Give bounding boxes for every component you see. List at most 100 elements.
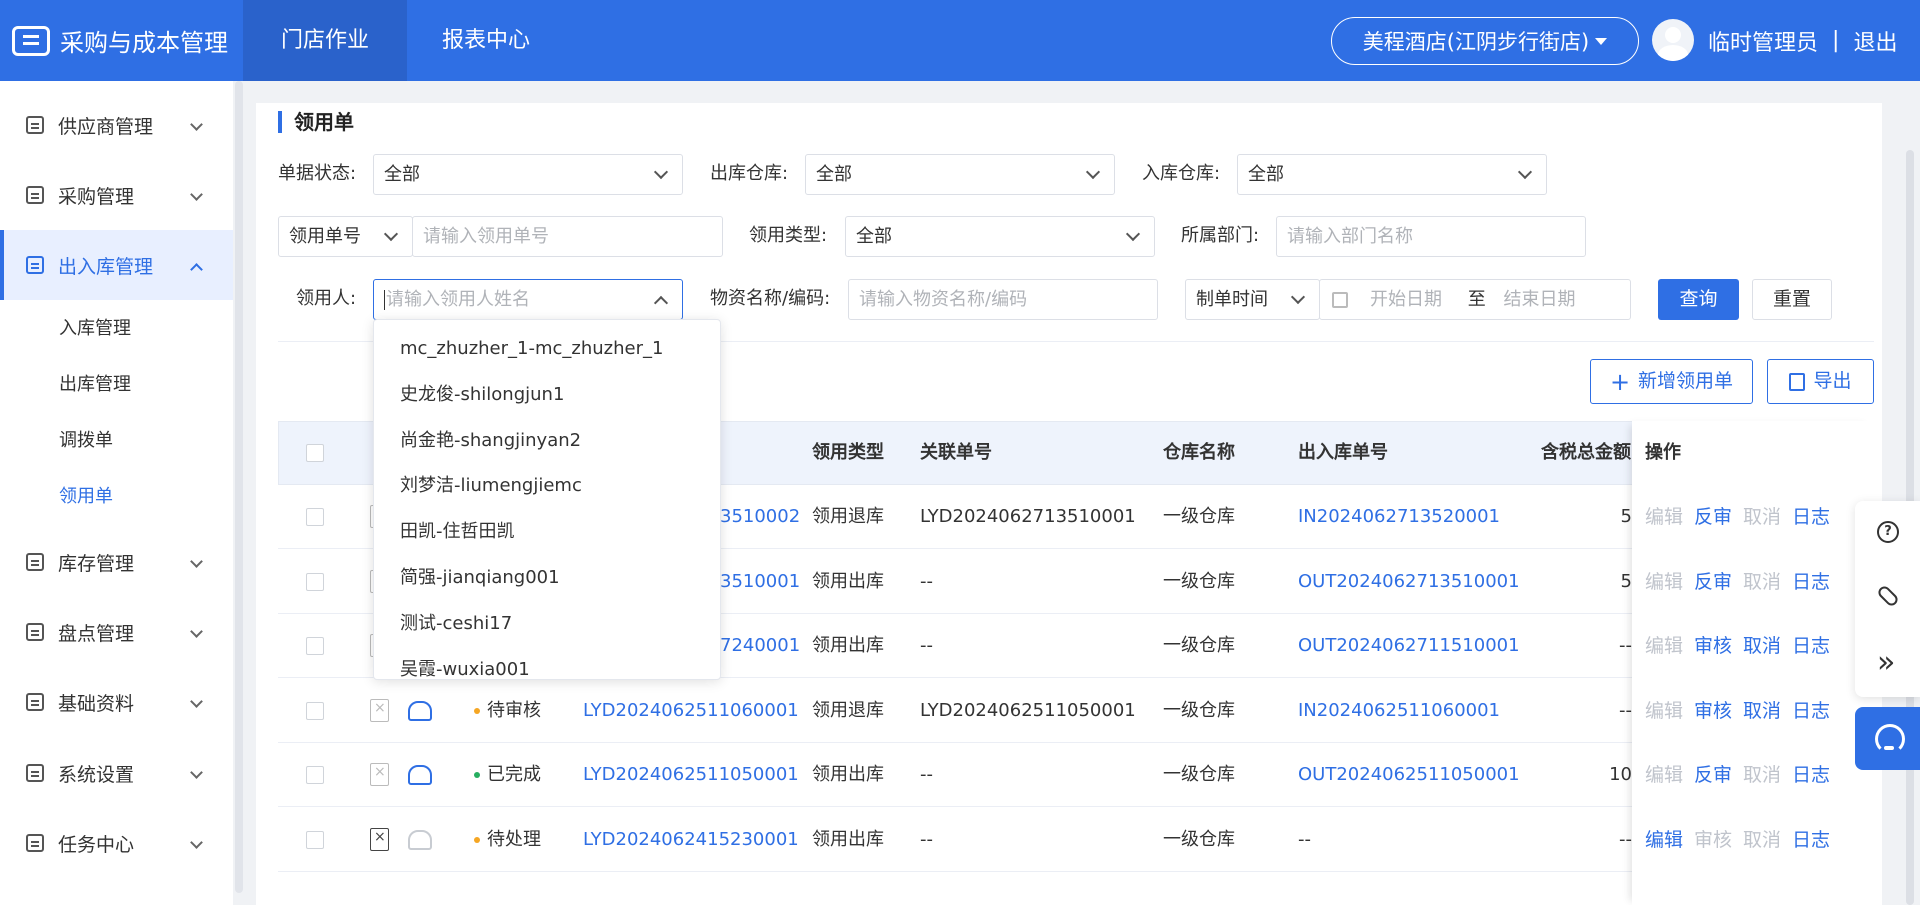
row-log-button[interactable]: 日志 bbox=[1792, 614, 1830, 678]
row-checkbox[interactable] bbox=[306, 508, 324, 526]
sidebar-subitem-outbound[interactable]: 出库管理 bbox=[0, 357, 233, 413]
requisition-number-link[interactable]: 3510002 bbox=[720, 485, 800, 549]
department-input[interactable]: 请输入部门名称 bbox=[1276, 216, 1586, 257]
row-audit-button[interactable]: 反审 bbox=[1694, 485, 1732, 549]
user-name[interactable]: 临时管理员 bbox=[1708, 25, 1818, 57]
row-cancel-button[interactable]: 取消 bbox=[1743, 679, 1781, 743]
export-button[interactable]: 导出 bbox=[1767, 359, 1874, 404]
row-audit-button[interactable]: 反审 bbox=[1694, 743, 1732, 807]
status-select[interactable]: 全部 bbox=[373, 154, 683, 195]
inventory-icon bbox=[26, 553, 44, 571]
dropdown-option[interactable]: 尚金艳-shangjinyan2 bbox=[400, 418, 581, 464]
requisition-number-input[interactable]: 请输入领用单号 bbox=[412, 216, 723, 257]
row-io-number[interactable]: OUT2024062511050001 bbox=[1298, 743, 1520, 807]
help-icon[interactable]: ? bbox=[1877, 521, 1899, 543]
row-log-button[interactable]: 日志 bbox=[1792, 550, 1830, 614]
sidebar-subitem-requisition[interactable]: 领用单 bbox=[0, 469, 233, 525]
select-all-checkbox[interactable] bbox=[306, 444, 324, 462]
row-audit-button[interactable]: 审核 bbox=[1694, 679, 1732, 743]
row-amount: -- bbox=[1619, 699, 1632, 721]
plus-icon: + bbox=[1609, 367, 1631, 396]
logout-link[interactable]: 退出 bbox=[1853, 25, 1897, 57]
add-requisition-button[interactable]: + 新增领用单 bbox=[1590, 359, 1753, 404]
row-audit-button[interactable]: 反审 bbox=[1694, 550, 1732, 614]
recycle-icon[interactable] bbox=[408, 765, 432, 785]
row-log-button[interactable]: 日志 bbox=[1792, 743, 1830, 807]
row-warehouse: 一级仓库 bbox=[1163, 506, 1235, 527]
sidebar-subitem-transfer[interactable]: 调拨单 bbox=[0, 413, 233, 469]
dropdown-option[interactable]: 简强-jianqiang001 bbox=[400, 555, 560, 601]
row-checkbox[interactable] bbox=[306, 830, 324, 849]
dropdown-option[interactable]: 吴霞-wuxia001 bbox=[400, 647, 530, 679]
requisition-number-link[interactable]: 7240001 bbox=[720, 614, 800, 678]
sidebar-scrollbar[interactable] bbox=[235, 81, 243, 893]
sidebar-item-purchase[interactable]: 采购管理 bbox=[0, 160, 233, 230]
row-io-number[interactable]: OUT2024062711510001 bbox=[1298, 614, 1520, 678]
row-checkbox[interactable] bbox=[306, 701, 324, 720]
number-type-select[interactable]: 领用单号 bbox=[278, 216, 413, 257]
expand-icon[interactable]: » bbox=[1877, 648, 1899, 678]
type-value: 全部 bbox=[856, 226, 892, 247]
sidebar-item-label: 出入库管理 bbox=[58, 255, 154, 278]
row-audit-button[interactable]: 审核 bbox=[1694, 614, 1732, 678]
dropdown-option[interactable]: mc_zhuzher_1-mc_zhuzher_1 bbox=[400, 326, 663, 372]
row-warehouse: 一级仓库 bbox=[1163, 635, 1235, 656]
row-amount: 5 bbox=[1620, 570, 1632, 592]
row-cancel-button[interactable]: 取消 bbox=[1743, 614, 1781, 678]
customer-support-button[interactable] bbox=[1855, 707, 1920, 770]
sidebar-item-inout[interactable]: 出入库管理 bbox=[0, 230, 233, 300]
row-io-number[interactable]: IN2024062713520001 bbox=[1298, 485, 1500, 549]
row-io-number[interactable]: IN2024062511060001 bbox=[1298, 679, 1500, 743]
status-dot-icon bbox=[474, 707, 480, 714]
dropdown-option[interactable]: 史龙俊-shilongjun1 bbox=[400, 372, 564, 418]
avatar[interactable] bbox=[1652, 19, 1694, 61]
recycle-icon[interactable] bbox=[408, 829, 432, 850]
chevron-down-icon bbox=[190, 625, 203, 638]
row-io-number[interactable]: OUT2024062713510001 bbox=[1298, 550, 1520, 614]
brand[interactable]: 采购与成本管理 bbox=[12, 0, 228, 81]
person-select[interactable]: 请输入领用人姓名 bbox=[373, 279, 683, 320]
sidebar-item-tasks[interactable]: 任务中心 bbox=[0, 808, 233, 878]
sidebar-item-inventory[interactable]: 库存管理 bbox=[0, 527, 233, 597]
row-edit-button[interactable]: 编辑 bbox=[1645, 808, 1683, 872]
requisition-number-link[interactable]: LYD2024062511060001 bbox=[583, 679, 799, 743]
requisition-number-link[interactable]: 3510001 bbox=[720, 550, 800, 614]
document-icon[interactable] bbox=[370, 698, 389, 722]
row-log-button[interactable]: 日志 bbox=[1792, 485, 1830, 549]
sidebar-subitem-inbound[interactable]: 入库管理 bbox=[0, 301, 233, 357]
nav-tab-reports[interactable]: 报表中心 bbox=[404, 0, 568, 81]
calendar-icon bbox=[1332, 292, 1348, 308]
sidebar-item-basic-data[interactable]: 基础资料 bbox=[0, 667, 233, 737]
document-icon[interactable] bbox=[370, 827, 389, 851]
material-input[interactable]: 请输入物资名称/编码 bbox=[848, 279, 1158, 320]
row-checkbox[interactable] bbox=[306, 637, 324, 655]
nav-tab-store-ops[interactable]: 门店作业 bbox=[243, 0, 408, 81]
in-warehouse-select[interactable]: 全部 bbox=[1237, 154, 1547, 195]
store-selector[interactable]: 美程酒店(江阴步行街店) bbox=[1331, 17, 1639, 65]
row-log-button[interactable]: 日志 bbox=[1792, 808, 1830, 872]
row-type: 领用出库 bbox=[812, 570, 884, 592]
sidebar-item-supplier[interactable]: 供应商管理 bbox=[0, 90, 233, 160]
dropdown-option[interactable]: 田凯-住哲田凯 bbox=[400, 509, 515, 555]
document-icon[interactable] bbox=[370, 762, 389, 786]
row-related-number: -- bbox=[920, 764, 933, 785]
row-checkbox[interactable] bbox=[306, 766, 324, 784]
dropdown-option[interactable]: 测试-ceshi17 bbox=[400, 601, 512, 647]
time-type-select[interactable]: 制单时间 bbox=[1185, 279, 1320, 320]
sidebar-item-settings[interactable]: 系统设置 bbox=[0, 738, 233, 808]
out-warehouse-select[interactable]: 全部 bbox=[805, 154, 1115, 195]
sidebar-item-stocktake[interactable]: 盘点管理 bbox=[0, 597, 233, 667]
time-type-value: 制单时间 bbox=[1196, 289, 1268, 310]
row-checkbox[interactable] bbox=[306, 572, 324, 591]
requisition-number-link[interactable]: LYD2024062415230001 bbox=[583, 808, 799, 872]
date-range-picker[interactable]: 开始日期 至 结束日期 bbox=[1319, 279, 1631, 320]
dropdown-option[interactable]: 刘梦洁-liumengjiemc bbox=[400, 463, 582, 509]
row-log-button[interactable]: 日志 bbox=[1792, 679, 1830, 743]
type-select[interactable]: 全部 bbox=[845, 216, 1155, 257]
requisition-number-link[interactable]: LYD2024062511050001 bbox=[583, 743, 799, 807]
th-type: 领用类型 bbox=[812, 442, 884, 463]
recycle-icon[interactable] bbox=[408, 700, 432, 721]
query-button[interactable]: 查询 bbox=[1658, 279, 1739, 320]
reset-button[interactable]: 重置 bbox=[1752, 279, 1832, 320]
sidebar-item-label: 供应商管理 bbox=[58, 115, 154, 138]
